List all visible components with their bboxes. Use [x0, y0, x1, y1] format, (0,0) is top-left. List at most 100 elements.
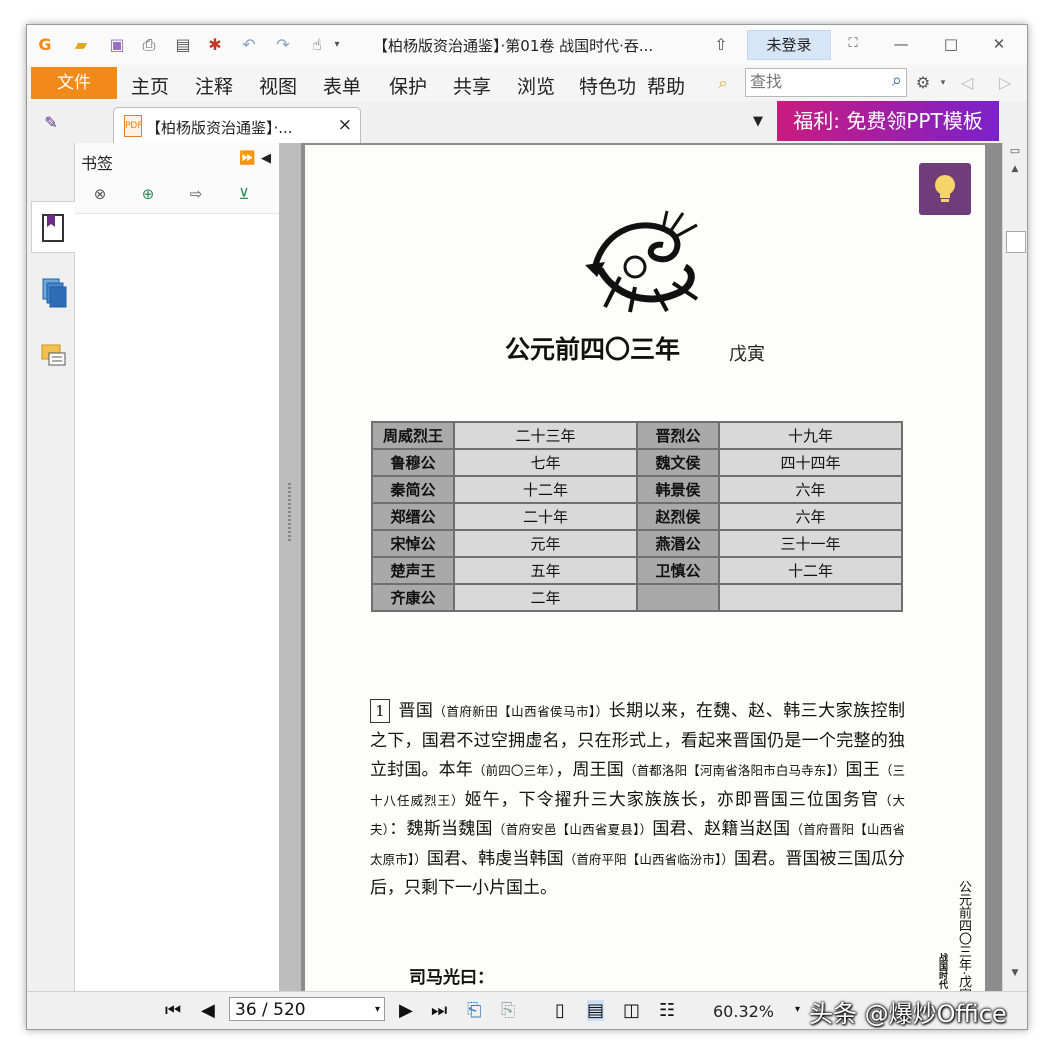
next-page-icon[interactable]: ▶ [399, 1000, 413, 1021]
login-button[interactable]: 未登录 [747, 30, 831, 60]
bookmark-panel-icon[interactable] [41, 213, 67, 245]
splitter-grip[interactable] [288, 483, 291, 543]
year-cell: 二十三年 [453, 421, 638, 450]
annotation-text: （首府安邑【山西省夏县】） [492, 822, 653, 837]
state-cell: 宋悼公 [371, 529, 455, 558]
back-arrow-icon[interactable]: ◁ [957, 73, 977, 93]
close-button[interactable]: ✕ [987, 33, 1011, 55]
maximize-button[interactable]: □ [939, 33, 963, 55]
forward-arrow-icon[interactable]: ▷ [995, 73, 1015, 93]
collapse-panel-icon[interactable]: ◀ [261, 151, 271, 166]
comments-panel-icon[interactable] [41, 341, 67, 373]
pages-panel-icon[interactable] [41, 277, 67, 309]
tips-lightbulb-button[interactable] [919, 163, 971, 215]
customize-toolbar-icon[interactable]: ▾ [327, 35, 347, 55]
annotation-text: （首府平阳【山西省临汾市】） [563, 851, 734, 867]
minimize-button[interactable]: — [889, 33, 913, 55]
menu-comment[interactable]: 注释 [195, 72, 233, 99]
tab-close-icon[interactable]: × [338, 115, 352, 135]
state-cell: 魏文侯 [636, 448, 720, 477]
annotation-text: （首府新田【山西省侯马市】） [433, 704, 609, 719]
sign-pen-icon[interactable]: ✎ [41, 113, 61, 133]
scroll-down-icon[interactable]: ▼ [1005, 963, 1025, 983]
first-page-icon[interactable]: ⏮ [165, 1000, 181, 1021]
search-box[interactable]: ⌕ [745, 68, 907, 97]
page-indicator: 36 / 520 [235, 1000, 306, 1020]
file-menu[interactable]: 文件 [31, 67, 117, 99]
paragraph-run: 国君、韩虔当韩国 [426, 848, 564, 869]
single-page-icon[interactable]: ▯ [555, 1000, 565, 1021]
paragraph-run: 姬午，下令擢升三大家族族长，亦即晋国三位国务官 [464, 789, 879, 810]
year-cell: 七年 [453, 448, 638, 477]
new-document-icon[interactable]: ✱ [205, 35, 225, 55]
table-row: 宋悼公 元年 燕湣公 三十一年 [371, 529, 903, 558]
redo-icon[interactable]: ↷ [273, 35, 293, 55]
properties-icon[interactable]: ▤ [173, 35, 193, 55]
dragon-emblem [585, 210, 699, 313]
find-folder-icon[interactable]: ⌕ [713, 73, 733, 93]
menu-protect[interactable]: 保护 [389, 72, 427, 99]
state-cell: 周威烈王 [371, 421, 455, 450]
move-bookmark-icon[interactable]: ⇨ [185, 183, 207, 205]
facing-pages-icon[interactable]: ◫ [623, 1000, 640, 1021]
tab-document[interactable]: PDF 【柏杨版资治通鉴】·... × [113, 107, 361, 144]
state-cell: 赵烈侯 [636, 502, 720, 531]
year-cell: 三十一年 [718, 529, 903, 558]
menu-help[interactable]: 帮助 [647, 72, 685, 99]
year-cell: 二十年 [453, 502, 638, 531]
delete-bookmark-icon[interactable]: ⊗ [89, 183, 111, 205]
last-page-icon[interactable]: ⏭ [431, 1000, 447, 1021]
panel-splitter[interactable] [279, 143, 301, 1013]
page-number-field[interactable]: 36 / 520 ▾ [229, 997, 385, 1021]
continuous-facing-icon[interactable]: ☷ [659, 1000, 675, 1021]
state-cell: 鲁穆公 [371, 448, 455, 477]
document-view[interactable]: 公元前四〇三年 戊寅 周威烈王 二十三年 晋烈公 十九年 鲁穆公 七年 魏文侯 … [301, 143, 1002, 1025]
tab-list-dropdown-icon[interactable]: ▼ [753, 114, 763, 129]
foxit-logo-icon[interactable]: G [35, 35, 55, 55]
print-icon[interactable]: ⎙ [139, 35, 159, 55]
search-input[interactable] [746, 69, 874, 94]
undo-icon[interactable]: ↶ [239, 35, 259, 55]
paragraph-run: 国王 [845, 760, 880, 780]
zoom-level[interactable]: 60.32% [713, 1002, 774, 1021]
year-cell: 元年 [453, 529, 638, 558]
scroll-top-icon[interactable]: ▭ [1005, 141, 1025, 161]
next-view-icon[interactable]: ⎘ [501, 1000, 515, 1021]
scroll-up-icon[interactable]: ▲ [1005, 159, 1025, 179]
menu-view[interactable]: 视图 [259, 72, 297, 99]
settings-dropdown-icon[interactable]: ▾ [933, 73, 953, 93]
zoom-dropdown-icon[interactable]: ▾ [795, 1004, 800, 1015]
share-icon[interactable]: ⇧ [711, 35, 731, 55]
hand-tool-icon[interactable]: ☝ [307, 35, 327, 55]
continuous-page-icon[interactable]: ▤ [587, 1000, 605, 1021]
page-year-heading: 公元前四〇三年 [505, 335, 681, 364]
paragraph-number: 1 [370, 699, 390, 723]
table-row: 楚声王 五年 卫慎公 十二年 [371, 556, 903, 585]
body-paragraph: 1 晋国（首府新田【山西省侯马市】）长期以来，在魏、赵、韩三大家族控制之下，国君不… [370, 697, 905, 904]
app-window: G ▰ ▣ ⎙ ▤ ✱ ↶ ↷ ☝ ▾ 【柏杨版资治通鉴】·第01卷 战国时代·… [26, 24, 1028, 1030]
open-folder-icon[interactable]: ▰ [71, 35, 91, 55]
menu-share[interactable]: 共享 [453, 72, 491, 99]
menu-features[interactable]: 特色功 [579, 72, 635, 99]
menu-home[interactable]: 主页 [131, 72, 169, 99]
year-cell [718, 583, 903, 612]
save-icon[interactable]: ▣ [107, 35, 127, 55]
expand-bookmark-icon[interactable]: ⊻ [233, 183, 255, 205]
vertical-scrollbar[interactable]: ▭ ▲ ▼ [1002, 141, 1027, 1013]
bookmark-panel: 书签 ⏩ ◀ ⊗ ⊕ ⇨ ⊻ [75, 143, 279, 1013]
previous-view-icon[interactable]: ⎗ [467, 1000, 481, 1021]
menu-form[interactable]: 表单 [323, 72, 361, 99]
page-dropdown-icon[interactable]: ▾ [375, 998, 380, 1022]
state-cell: 郑缙公 [371, 502, 455, 531]
settings-gear-icon[interactable]: ⚙ [913, 73, 933, 93]
search-icon[interactable]: ⌕ [892, 70, 902, 91]
rulers-table: 周威烈王 二十三年 晋烈公 十九年 鲁穆公 七年 魏文侯 四十四年 秦简公 十二… [371, 421, 903, 612]
fullscreen-icon[interactable]: ⛶ [841, 33, 865, 55]
promo-banner[interactable]: 福利: 免费领PPT模板 [777, 101, 999, 141]
menu-browse[interactable]: 浏览 [517, 72, 555, 99]
add-bookmark-icon[interactable]: ⊕ [137, 183, 159, 205]
expand-panel-icon[interactable]: ⏩ [239, 151, 255, 166]
annotation-text: （首都洛阳【河南省洛阳市白马寺东】） [623, 763, 846, 778]
previous-page-icon[interactable]: ◀ [201, 1000, 215, 1021]
scrollbar-thumb[interactable] [1006, 231, 1026, 253]
